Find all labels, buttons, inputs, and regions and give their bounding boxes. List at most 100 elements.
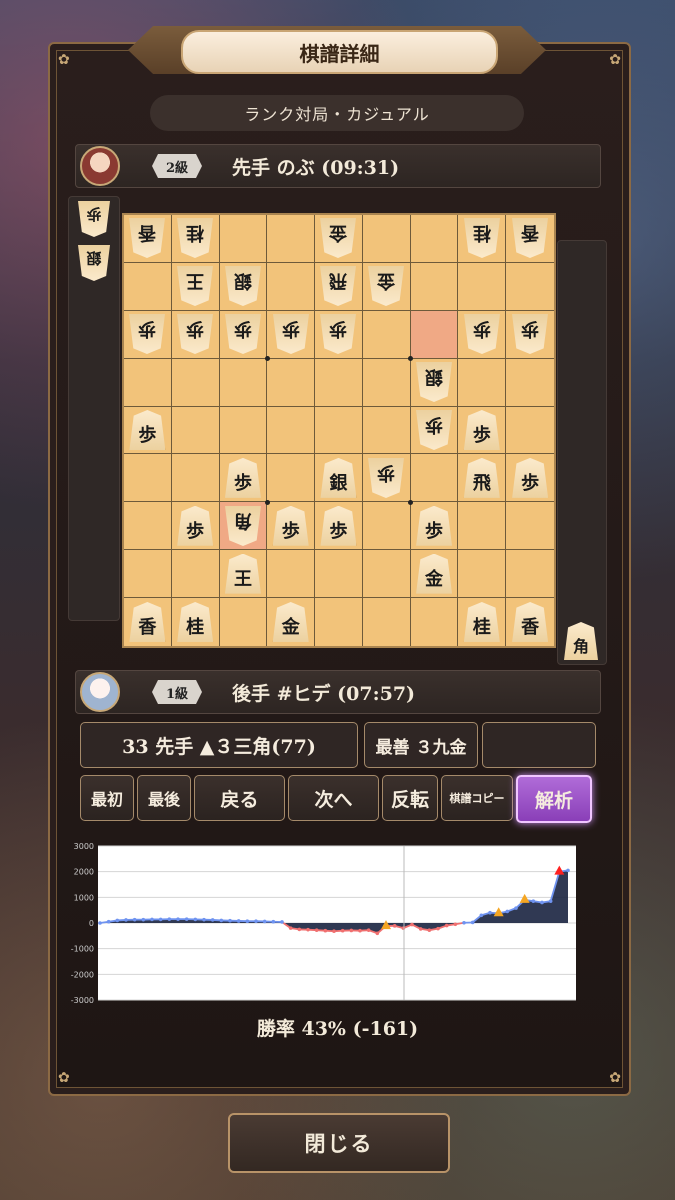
first-button[interactable]: 最初: [80, 775, 134, 821]
board-square[interactable]: [362, 310, 411, 359]
board-square[interactable]: [506, 263, 554, 311]
board-square[interactable]: [362, 502, 411, 551]
board-square[interactable]: [267, 262, 316, 311]
shogi-piece[interactable]: 銀: [416, 362, 452, 402]
board-square[interactable]: 歩: [267, 310, 316, 359]
board-square[interactable]: [410, 215, 459, 263]
shogi-piece[interactable]: 桂: [464, 218, 500, 258]
board-square[interactable]: 銀: [410, 358, 459, 407]
board-square[interactable]: 歩: [315, 502, 363, 551]
shogi-piece[interactable]: 金: [368, 266, 404, 306]
board-square[interactable]: 角: [219, 502, 268, 551]
board-square[interactable]: [267, 550, 316, 599]
board-square[interactable]: [267, 215, 316, 263]
shogi-piece[interactable]: 香: [512, 602, 549, 643]
shogi-piece[interactable]: 桂: [177, 218, 213, 258]
shogi-piece[interactable]: 王: [177, 266, 213, 306]
board-square[interactable]: 香: [506, 598, 554, 646]
analyze-button[interactable]: 解析: [516, 775, 592, 823]
board-square[interactable]: 香: [124, 215, 172, 263]
shogi-piece[interactable]: 金: [320, 218, 356, 258]
board-square[interactable]: [219, 358, 268, 407]
board-square[interactable]: [219, 215, 268, 263]
board-square[interactable]: [267, 406, 316, 455]
board-square[interactable]: [506, 407, 554, 455]
board-square[interactable]: 歩: [315, 310, 363, 359]
board-square[interactable]: [315, 550, 363, 599]
board-square[interactable]: 歩: [458, 310, 507, 359]
board-square[interactable]: [362, 550, 411, 599]
board-square[interactable]: 金: [410, 550, 459, 599]
board-square[interactable]: 歩: [506, 454, 554, 503]
board-square[interactable]: [124, 502, 172, 551]
board-square[interactable]: 桂: [458, 598, 507, 646]
board-square[interactable]: [315, 598, 363, 646]
shogi-piece[interactable]: 歩: [464, 314, 500, 354]
board-square[interactable]: [506, 550, 554, 599]
shogi-piece[interactable]: 歩: [177, 314, 213, 354]
board-square[interactable]: [458, 550, 507, 599]
shogi-piece[interactable]: 桂: [463, 602, 500, 643]
board-square[interactable]: [506, 359, 554, 407]
board-square[interactable]: 飛: [458, 454, 507, 503]
board-square[interactable]: 金: [267, 598, 316, 646]
board-square[interactable]: [171, 358, 220, 407]
board-square[interactable]: 歩: [362, 454, 411, 503]
shogi-piece[interactable]: 歩: [416, 505, 453, 546]
board-square[interactable]: 王: [171, 262, 220, 311]
shogi-piece[interactable]: 歩: [463, 409, 500, 450]
board-square[interactable]: [458, 502, 507, 551]
board-square[interactable]: 歩: [410, 406, 459, 455]
shogi-piece[interactable]: 歩: [129, 314, 165, 354]
hand-piece[interactable]: 歩: [78, 201, 110, 237]
board-square[interactable]: [362, 406, 411, 455]
close-button[interactable]: 閉じる: [228, 1113, 450, 1173]
copy-kifu-button[interactable]: 棋譜コピー: [441, 775, 513, 821]
shogi-piece[interactable]: 金: [272, 602, 309, 643]
flip-button[interactable]: 反転: [382, 775, 438, 821]
shogi-piece[interactable]: 銀: [320, 457, 357, 498]
shogi-piece[interactable]: 歩: [512, 457, 549, 498]
hand-piece[interactable]: 銀: [78, 245, 110, 281]
back-button[interactable]: 戻る: [194, 775, 285, 821]
board-square[interactable]: [315, 406, 363, 455]
board-square[interactable]: [458, 262, 507, 311]
shogi-piece[interactable]: 歩: [368, 458, 404, 498]
shogi-piece[interactable]: 歩: [272, 505, 309, 546]
board-square[interactable]: [410, 310, 459, 359]
evaluation-chart[interactable]: 3000 2000 1000 0 -1000 -2000 -3000: [68, 838, 598, 1008]
board-square[interactable]: 桂: [458, 215, 507, 263]
next-button[interactable]: 次へ: [288, 775, 379, 821]
board-square[interactable]: [124, 262, 172, 311]
board-square[interactable]: [267, 358, 316, 407]
shogi-piece[interactable]: 角: [225, 506, 261, 546]
board-square[interactable]: 歩: [124, 406, 172, 455]
shogi-piece[interactable]: 歩: [273, 314, 309, 354]
board-square[interactable]: [220, 598, 268, 646]
board-square[interactable]: 銀: [219, 262, 268, 311]
board-square[interactable]: [315, 358, 363, 407]
board-square[interactable]: 歩: [219, 454, 268, 503]
board-square[interactable]: 銀: [315, 454, 363, 503]
board-square[interactable]: [411, 598, 459, 646]
board-square[interactable]: [363, 598, 411, 646]
board-square[interactable]: [124, 550, 172, 599]
last-button[interactable]: 最後: [137, 775, 191, 821]
board-square[interactable]: [410, 454, 459, 503]
board-square[interactable]: 金: [315, 215, 363, 263]
board-square[interactable]: 香: [506, 215, 554, 263]
shogi-piece[interactable]: 金: [416, 553, 453, 594]
board-square[interactable]: [362, 215, 411, 263]
shogi-piece[interactable]: 香: [512, 218, 548, 258]
board-square[interactable]: 金: [362, 262, 411, 311]
board-square[interactable]: 歩: [124, 310, 172, 359]
board-square[interactable]: 王: [219, 550, 268, 599]
shogi-piece[interactable]: 歩: [224, 457, 261, 498]
board-square[interactable]: 桂: [171, 215, 220, 263]
shogi-piece[interactable]: 歩: [512, 314, 548, 354]
shogi-piece[interactable]: 王: [224, 553, 261, 594]
board-square[interactable]: 歩: [171, 502, 220, 551]
board-square[interactable]: [267, 454, 316, 503]
shogi-piece[interactable]: 歩: [177, 505, 214, 546]
board-square[interactable]: [124, 358, 172, 407]
